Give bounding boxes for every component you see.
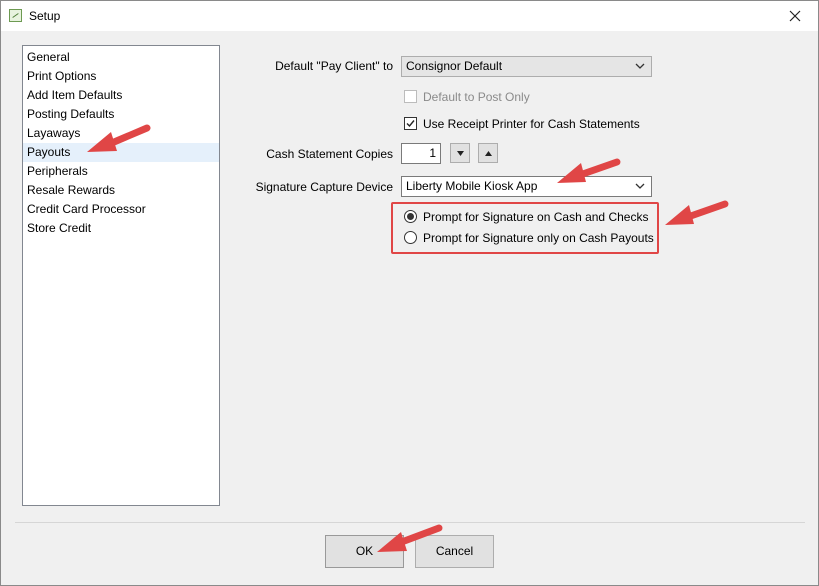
pay-client-value: Consignor Default <box>406 59 503 73</box>
use-receipt-printer-label: Use Receipt Printer for Cash Statements <box>423 117 640 131</box>
chevron-down-icon <box>635 63 645 69</box>
nav-item-peripherals[interactable]: Peripherals <box>23 162 219 181</box>
radio-cash-and-checks-label: Prompt for Signature on Cash and Checks <box>423 210 649 224</box>
default-to-post-only-checkbox[interactable] <box>404 90 417 103</box>
signature-device-value: Liberty Mobile Kiosk App <box>406 179 538 193</box>
checkmark-icon <box>406 120 415 128</box>
cash-copies-input[interactable]: 1 <box>401 143 441 164</box>
title-bar: Setup <box>1 1 818 31</box>
use-receipt-printer-checkbox[interactable] <box>404 117 417 130</box>
nav-item-resale-rewards[interactable]: Resale Rewards <box>23 181 219 200</box>
close-button[interactable] <box>772 1 818 31</box>
nav-item-layaways[interactable]: Layaways <box>23 124 219 143</box>
nav-item-print-options[interactable]: Print Options <box>23 67 219 86</box>
nav-item-payouts[interactable]: Payouts <box>23 143 219 162</box>
signature-device-label: Signature Capture Device <box>255 180 393 194</box>
pay-client-select[interactable]: Consignor Default <box>401 56 652 77</box>
cash-copies-increment-button[interactable] <box>478 143 498 163</box>
nav-item-posting-defaults[interactable]: Posting Defaults <box>23 105 219 124</box>
window-title: Setup <box>29 9 61 23</box>
footer-separator <box>15 522 805 523</box>
settings-category-list[interactable]: General Print Options Add Item Defaults … <box>22 45 220 506</box>
cancel-button[interactable]: Cancel <box>415 535 494 568</box>
radio-cash-and-checks[interactable] <box>404 210 417 223</box>
chevron-down-icon <box>635 183 645 189</box>
triangle-up-icon <box>484 150 492 156</box>
radio-cash-payouts-only-label: Prompt for Signature only on Cash Payout… <box>423 231 654 245</box>
annotation-arrow-icon <box>665 200 729 225</box>
pay-client-label: Default "Pay Client" to <box>275 59 393 73</box>
app-icon <box>9 9 22 22</box>
radio-cash-payouts-only[interactable] <box>404 231 417 244</box>
setup-window: Setup General Print Options Add Item Def… <box>0 0 819 586</box>
nav-item-general[interactable]: General <box>23 48 219 67</box>
cash-copies-decrement-button[interactable] <box>450 143 470 163</box>
close-icon <box>789 10 801 22</box>
cash-copies-label: Cash Statement Copies <box>266 147 393 161</box>
triangle-down-icon <box>456 150 464 156</box>
nav-item-add-item-defaults[interactable]: Add Item Defaults <box>23 86 219 105</box>
signature-device-select[interactable]: Liberty Mobile Kiosk App <box>401 176 652 197</box>
default-to-post-only-label: Default to Post Only <box>423 90 530 104</box>
nav-item-store-credit[interactable]: Store Credit <box>23 219 219 238</box>
ok-button[interactable]: OK <box>325 535 404 568</box>
nav-item-credit-card-processor[interactable]: Credit Card Processor <box>23 200 219 219</box>
